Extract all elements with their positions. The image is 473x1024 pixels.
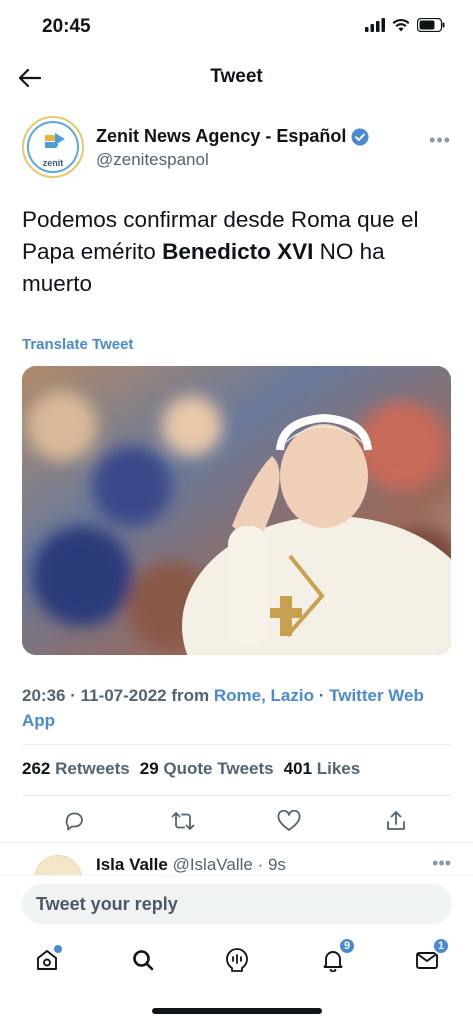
retweet-icon	[171, 812, 195, 830]
translate-tweet-link[interactable]: Translate Tweet	[22, 336, 133, 353]
retweets-stat[interactable]: 262 Retweets	[22, 759, 130, 779]
heart-icon	[277, 810, 301, 831]
tweet-stats: 262 Retweets 29 Quote Tweets 401 Likes	[22, 759, 360, 779]
status-time: 20:45	[42, 16, 91, 37]
likes-stat[interactable]: 401 Likes	[284, 759, 361, 779]
tweet-location-link[interactable]: Rome, Lazio	[214, 686, 314, 705]
divider	[22, 744, 451, 745]
tab-notifications[interactable]: 9	[316, 937, 356, 977]
reply-more-icon[interactable]: •••	[432, 853, 451, 874]
tweet-text-bold: Benedicto XVI	[162, 239, 314, 264]
author-handle[interactable]: @zenitespanol	[96, 150, 209, 170]
status-icons	[365, 18, 445, 32]
page-title: Tweet	[210, 66, 263, 87]
tweet-time: 20:36	[22, 686, 66, 705]
spaces-microphone-icon	[226, 948, 248, 972]
status-bar: 20:45	[0, 0, 473, 54]
tab-messages[interactable]: 1	[410, 937, 450, 977]
messages-badge: 1	[432, 937, 450, 955]
tab-home[interactable]	[30, 943, 64, 977]
notifications-badge: 9	[338, 937, 356, 955]
avatar[interactable]: zenit	[22, 116, 84, 178]
share-button[interactable]	[381, 806, 411, 836]
home-new-dot	[54, 945, 62, 953]
reply-bar	[0, 875, 473, 935]
bottom-tab-bar: 9 1	[0, 935, 473, 985]
reply-preview[interactable]: Isla Valle @IslaValle · 9s •••	[0, 843, 473, 875]
tweet-meta: 20:36 · 11-07-2022 from Rome, Lazio · Tw…	[22, 686, 424, 730]
retweet-button[interactable]	[168, 806, 198, 836]
battery-icon	[417, 18, 445, 32]
author-name-text: Zenit News Agency - Español	[96, 126, 347, 146]
reply-author: Isla Valle @IslaValle · 9s	[96, 855, 286, 874]
reply-input[interactable]	[22, 884, 452, 924]
tab-search[interactable]	[126, 943, 160, 977]
home-indicator	[152, 1008, 322, 1014]
quote-tweets-stat[interactable]: 29 Quote Tweets	[140, 759, 274, 779]
tweet-photo	[22, 366, 451, 655]
tweet-actions	[0, 806, 473, 836]
reply-avatar[interactable]	[34, 855, 82, 875]
cellular-signal-icon	[365, 18, 385, 32]
reply-icon	[65, 812, 83, 831]
tweet-author: zenit Zenit News Agency - Español @zenit…	[0, 114, 473, 184]
wifi-icon	[392, 18, 410, 32]
more-options-icon[interactable]: •••	[429, 130, 451, 151]
tab-spaces[interactable]	[220, 943, 254, 977]
tweet-date: 11-07-2022	[80, 686, 167, 705]
share-icon	[387, 811, 405, 830]
tweet-text: Podemos confirmar desde Roma que el Papa…	[22, 207, 419, 296]
like-button[interactable]	[274, 806, 304, 836]
avatar-label: zenit	[42, 158, 64, 168]
tweet-image[interactable]	[22, 366, 451, 655]
tweet-from-label: from	[171, 686, 210, 705]
author-name[interactable]: Zenit News Agency - Español	[96, 126, 369, 147]
reply-button[interactable]	[59, 806, 89, 836]
search-icon	[133, 950, 154, 971]
nav-header: Tweet	[0, 54, 473, 100]
divider	[22, 795, 451, 796]
verified-badge-icon	[351, 128, 369, 145]
